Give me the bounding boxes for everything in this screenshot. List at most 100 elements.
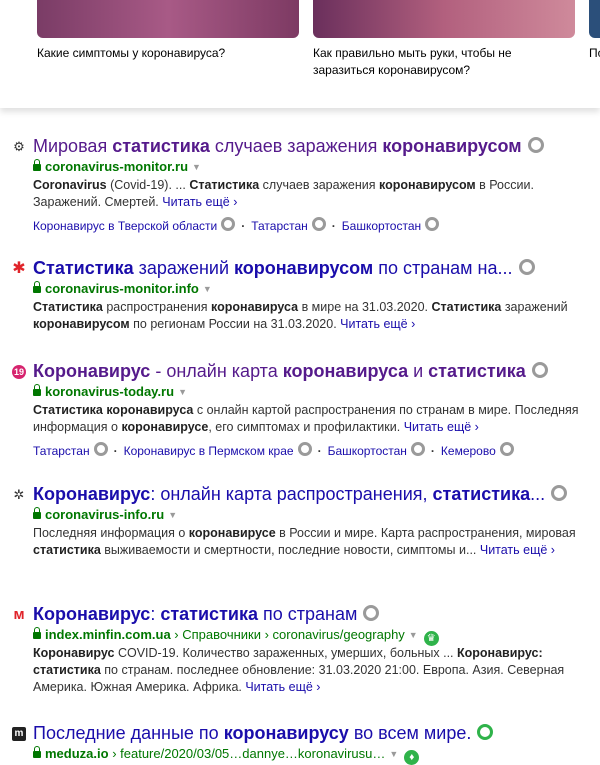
sitelink[interactable]: Коронавирус в Тверской области (33, 219, 217, 233)
highlighted-term: коронавируса (282, 361, 409, 381)
lock-icon (33, 627, 41, 639)
highlighted-term: Статистика (431, 300, 502, 314)
info-ring-icon[interactable] (531, 362, 548, 378)
crown-badge-icon[interactable]: ♛ (423, 631, 439, 646)
text-fragment: в России и мире. Карта распространения, … (275, 526, 576, 540)
info-ring-icon[interactable] (410, 442, 425, 456)
text-fragment: по странам на... (373, 258, 513, 278)
text-fragment: COVID-19. Количество зараженных, умерших… (114, 646, 458, 660)
info-ring-icon[interactable] (311, 217, 326, 231)
read-more-link[interactable]: Читать ещё › (480, 543, 555, 557)
card-caption[interactable]: Какие симптомы у коронавируса? (37, 45, 299, 62)
lock-icon (33, 746, 41, 758)
dropdown-arrow-icon[interactable]: ▼ (409, 627, 418, 643)
result-domain[interactable]: coronavirus-info.ru (45, 507, 164, 522)
sitelink[interactable]: Башкортостан (328, 444, 407, 458)
lock-icon (33, 384, 41, 396)
highlighted-term: коронавирусом (382, 136, 522, 156)
result-domain[interactable]: coronavirus-monitor.ru (45, 159, 188, 174)
sitelink[interactable]: Башкортостан (342, 219, 421, 233)
gear-icon: ⚙ (13, 139, 25, 154)
lock-icon (33, 507, 41, 519)
highlighted-term: коронавирусе (188, 526, 276, 540)
result-title[interactable]: Коронавирус - онлайн карта коронавируса … (33, 359, 548, 383)
result-domain[interactable]: koronavirus-today.ru (45, 384, 174, 399)
sitelink[interactable]: Коронавирус в Пермском крае (124, 444, 294, 458)
info-ring-icon[interactable] (363, 605, 380, 621)
card-thumbnail (589, 0, 600, 38)
result-title[interactable]: Мировая статистика случаев заражения кор… (33, 134, 544, 158)
info-ring-icon[interactable] (477, 724, 494, 740)
info-ring-icon[interactable] (518, 259, 535, 275)
dropdown-arrow-icon[interactable]: ▼ (192, 159, 201, 175)
sitelinks: Татарстан · Коронавирус в Пермском крае · Ба… (33, 442, 514, 459)
result-url[interactable]: meduza.io › feature/2020/03/05…dannye…ko… (33, 746, 420, 765)
text-fragment: распространения (102, 300, 212, 314)
result-url[interactable]: coronavirus-monitor.ru ▼ (33, 159, 201, 175)
highlighted-term: коронавирусе (121, 420, 209, 434)
highlighted-term: Статистика коронавируса (33, 403, 194, 417)
highlighted-term: статистика (432, 484, 531, 504)
result-url[interactable]: coronavirus-info.ru ▼ (33, 507, 177, 523)
result-snippet: Coronavirus (Covid-19). ... Статистика с… (33, 177, 588, 211)
dropdown-arrow-icon[interactable]: ▼ (168, 507, 177, 523)
dropdown-arrow-icon[interactable]: ▼ (178, 384, 187, 400)
text-fragment: : онлайн карта распространения, (150, 484, 433, 504)
result-domain[interactable]: coronavirus-monitor.info (45, 281, 199, 296)
m-logo-icon: м (13, 606, 25, 623)
card-thumbnail (37, 0, 299, 38)
result-url[interactable]: index.minfin.com.ua › Справочники › coro… (33, 627, 439, 646)
result-title[interactable]: Последние данные по коронавирусу во всем… (33, 721, 494, 745)
result-title[interactable]: Коронавирус: статистика по странам (33, 602, 380, 626)
sitelink[interactable]: Татарстан (33, 444, 90, 458)
info-ring-icon[interactable] (93, 442, 108, 456)
sitelink[interactable]: Кемерово (441, 444, 496, 458)
read-more-link[interactable]: Читать ещё › (162, 195, 237, 209)
text-fragment: (Covid-19). ... (106, 178, 190, 192)
result-title[interactable]: Коронавирус: онлайн карта распространени… (33, 482, 568, 506)
read-more-link[interactable]: Читать ещё › (404, 420, 479, 434)
result-domain[interactable]: meduza.io (45, 746, 109, 761)
highlighted-term: Статистика (189, 178, 260, 192)
info-ring-icon[interactable] (499, 442, 514, 456)
text-fragment: случаев заражения (259, 178, 380, 192)
dropdown-arrow-icon[interactable]: ▼ (203, 281, 212, 297)
info-ring-icon[interactable] (297, 442, 312, 456)
result-path[interactable]: › feature/2020/03/05…dannye…koronavirusu… (109, 746, 385, 761)
read-more-link[interactable]: Читать ещё › (340, 317, 415, 331)
text-fragment: во всем мире. (348, 723, 472, 743)
text-fragment: по регионам России на 31.03.2020. (129, 317, 341, 331)
highlighted-term: статистика (160, 604, 258, 624)
settings-icon: ✲ (13, 487, 25, 502)
text-fragment: Последняя информация о (33, 526, 189, 540)
highlighted-term: Коронавирус (33, 361, 151, 381)
sitelink[interactable]: Татарстан (251, 219, 308, 233)
info-ring-icon[interactable] (425, 217, 440, 231)
result-url[interactable]: koronavirus-today.ru ▼ (33, 384, 187, 400)
read-more-link[interactable]: Читать ещё › (245, 680, 320, 694)
card-caption[interactable]: По (589, 45, 600, 62)
card-caption[interactable]: Как правильно мыть руки, чтобы не зарази… (313, 45, 538, 79)
result-title[interactable]: Статистика заражений коронавирусом по ст… (33, 256, 535, 280)
highlighted-term: статистика (33, 543, 101, 557)
dropdown-arrow-icon[interactable]: ▼ (389, 746, 398, 762)
info-ring-icon[interactable] (551, 485, 568, 501)
highlighted-term: статистика (428, 361, 526, 381)
flame-badge-icon[interactable]: ♦ (404, 750, 420, 765)
result-url[interactable]: coronavirus-monitor.info ▼ (33, 281, 212, 297)
text-fragment: заражений (501, 300, 568, 314)
text-fragment: Последние данные по (33, 723, 224, 743)
lock-icon (33, 159, 41, 171)
result-path[interactable]: › Справочники › coronavirus/geography (171, 627, 405, 642)
text-fragment: в мире на 31.03.2020. (298, 300, 432, 314)
meduza-logo-icon: m (12, 727, 26, 741)
text-fragment: - онлайн карта (150, 361, 283, 381)
text-fragment: ... (530, 484, 546, 504)
info-ring-icon[interactable] (221, 217, 236, 231)
info-ring-icon[interactable] (527, 137, 544, 153)
text-fragment: по странам (257, 604, 358, 624)
highlighted-term: Статистика (33, 300, 103, 314)
text-fragment: : (150, 604, 161, 624)
result-domain[interactable]: index.minfin.com.ua (45, 627, 171, 642)
text-fragment: , его симптомах и профилактики. (208, 420, 404, 434)
